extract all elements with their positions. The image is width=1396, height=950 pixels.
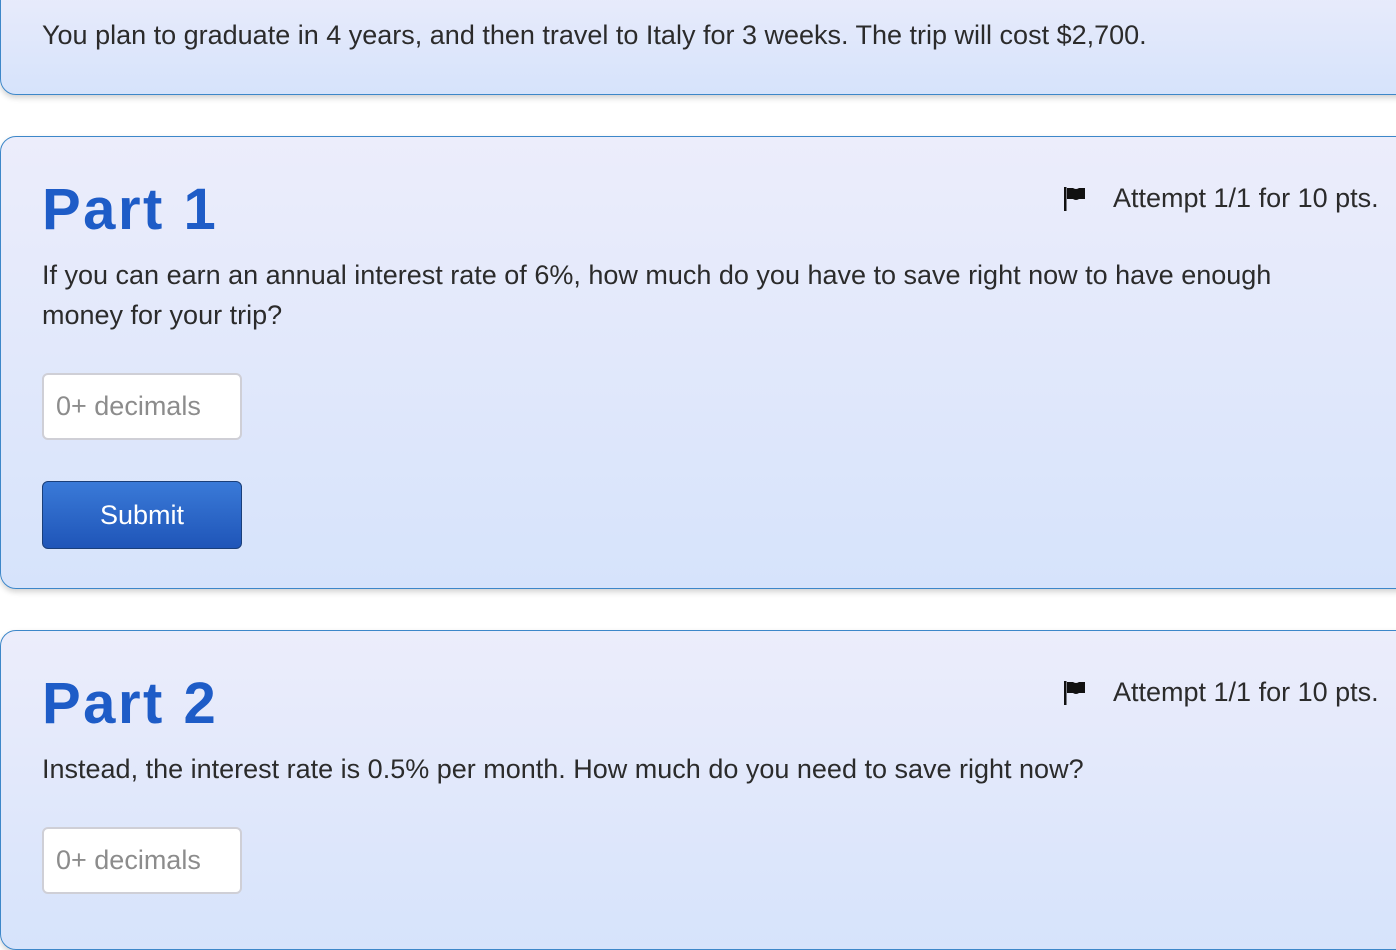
submit-button[interactable]: Submit <box>42 481 242 549</box>
problem-statement: You plan to graduate in 4 years, and the… <box>42 20 1147 50</box>
flag-icon[interactable] <box>1063 186 1087 212</box>
part-2-question: Instead, the interest rate is 0.5% per m… <box>42 754 1084 784</box>
intro-card: You plan to graduate in 4 years, and the… <box>0 0 1396 95</box>
part-2-answer-input[interactable] <box>42 827 242 894</box>
part-1-answer-input[interactable] <box>42 373 242 440</box>
attempt-counter: Attempt 1/1 for 10 pts. <box>1113 183 1379 213</box>
flag-icon[interactable] <box>1063 680 1087 706</box>
part-1-title: Part 1 <box>42 177 219 242</box>
part-2-attempt-info: Attempt 1/1 for 10 pts. <box>1063 677 1379 708</box>
part-2-title: Part 2 <box>42 671 219 736</box>
part-1-attempt-info: Attempt 1/1 for 10 pts. <box>1063 183 1379 214</box>
part-1-question: If you can earn an annual interest rate … <box>42 260 1272 330</box>
part-1-card: Part 1 Attempt 1/1 for 10 pts. If you ca… <box>0 136 1396 589</box>
part-2-card: Part 2 Attempt 1/1 for 10 pts. Instead, … <box>0 630 1396 950</box>
attempt-counter: Attempt 1/1 for 10 pts. <box>1113 677 1379 707</box>
